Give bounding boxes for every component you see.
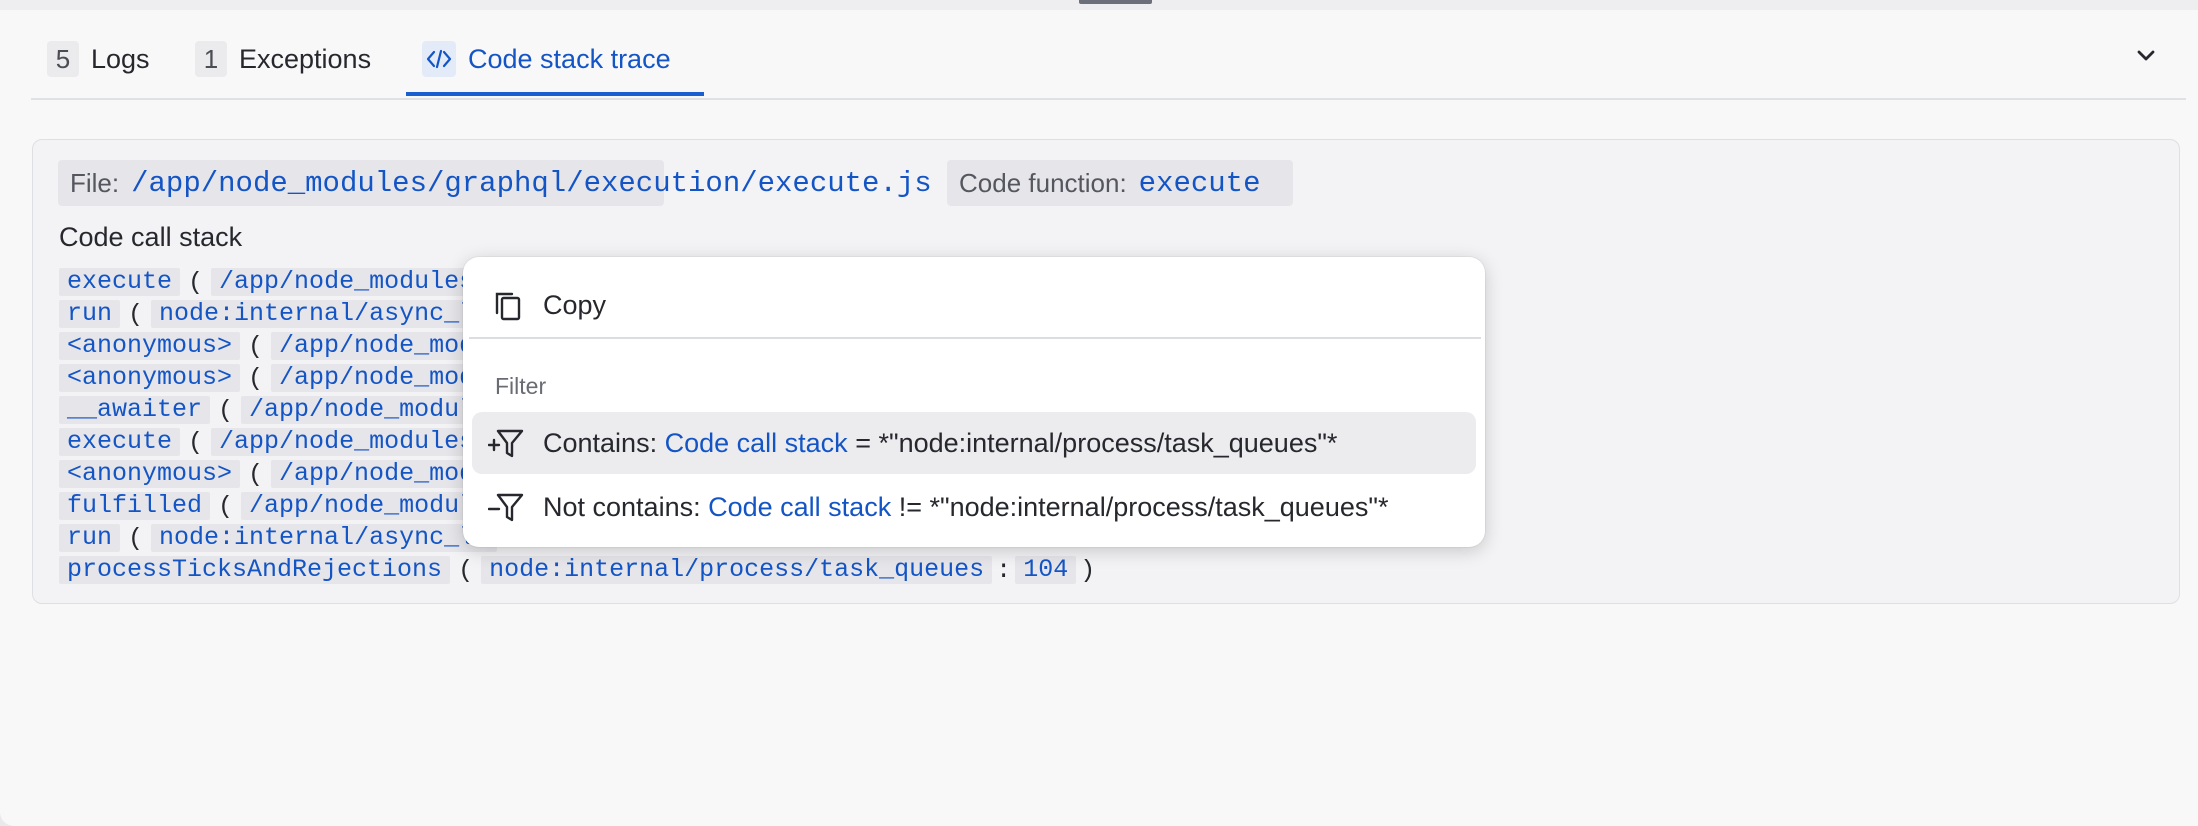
frame-function[interactable]: <anonymous> xyxy=(59,364,241,392)
tab-logs-label: Logs xyxy=(91,43,150,74)
filter-not-contains-expression: != *"node:internal/process/task_queues"* xyxy=(898,491,1389,522)
code-call-stack-title: Code call stack xyxy=(59,222,243,252)
menu-divider xyxy=(469,337,1481,339)
tab-bar: 5 Logs 1 Exceptions Code stack trace xyxy=(31,30,2186,100)
frame-function[interactable]: run xyxy=(59,300,121,328)
tab-exceptions-label: Exceptions xyxy=(239,43,372,74)
copy-menu-item[interactable]: Copy xyxy=(463,275,1485,335)
frame-path[interactable]: /app/node_module xyxy=(241,492,498,520)
filter-contains-item[interactable]: Contains: Code call stack = *"node:inter… xyxy=(472,412,1476,474)
frame-path[interactable]: node:internal/async_lo xyxy=(151,300,498,328)
copy-icon xyxy=(491,289,525,328)
frame-function[interactable]: <anonymous> xyxy=(59,460,241,488)
filter-add-icon xyxy=(487,428,524,467)
collapse-button[interactable] xyxy=(2130,40,2162,72)
filter-not-contains-text: Not contains: Code call stack != *"node:… xyxy=(543,492,1388,523)
filter-contains-text: Contains: Code call stack = *"node:inter… xyxy=(543,428,1337,459)
tab-code-stack-trace-label: Code stack trace xyxy=(468,43,671,74)
tab-logs-count: 5 xyxy=(47,41,79,77)
frame-path[interactable]: /app/node_modules, xyxy=(211,268,498,296)
filter-remove-icon xyxy=(487,492,524,531)
frame-function[interactable]: execute xyxy=(59,428,181,456)
file-attribute[interactable]: File: /app/node_modules/graphql/executio… xyxy=(58,160,932,206)
code-function-attribute[interactable]: Code function: execute xyxy=(947,160,1293,206)
filter-not-contains-field: Code call stack xyxy=(708,491,892,522)
frame-function[interactable]: execute xyxy=(59,268,181,296)
frame-path[interactable]: node:internal/async_lo xyxy=(151,524,498,552)
filter-not-contains-prefix: Not contains: xyxy=(543,491,701,522)
filter-contains-prefix: Contains: xyxy=(543,427,658,458)
tab-exceptions-count: 1 xyxy=(195,41,227,77)
chevron-down-icon xyxy=(2137,50,2155,61)
filter-contains-expression: = *"node:internal/process/task_queues"* xyxy=(855,427,1338,458)
code-icon xyxy=(422,41,456,77)
frame-function[interactable]: processTicksAndRejections xyxy=(59,556,451,584)
active-tab-indicator xyxy=(406,92,704,96)
frame-function[interactable]: <anonymous> xyxy=(59,332,241,360)
context-menu: Copy Filter Contains: Code call stack = … xyxy=(463,257,1485,547)
filter-section-label: Filter xyxy=(495,373,547,399)
frame-path[interactable]: /app/node_module xyxy=(241,396,498,424)
frame-path[interactable]: /app/node_modules, xyxy=(211,428,498,456)
frame-path[interactable]: node:internal/process/task_queues xyxy=(481,556,993,584)
file-key: File: xyxy=(70,167,120,198)
frame-function[interactable]: fulfilled xyxy=(59,492,211,520)
code-function-key: Code function: xyxy=(959,167,1127,198)
frame-function[interactable]: __awaiter xyxy=(59,396,211,424)
tab-code-stack-trace[interactable]: Code stack trace xyxy=(422,37,671,81)
copy-label: Copy xyxy=(543,289,607,320)
trace-details-panel: 5 Logs 1 Exceptions Code stack trace Fil… xyxy=(0,0,2198,826)
frame-function[interactable]: run xyxy=(59,524,121,552)
file-value[interactable]: /app/node_modules/graphql/execution/exec… xyxy=(131,167,932,200)
frame-line[interactable]: 104 xyxy=(1015,556,1077,584)
code-function-value[interactable]: execute xyxy=(1139,167,1261,200)
tab-logs[interactable]: 5 Logs xyxy=(47,37,150,81)
tab-exceptions[interactable]: 1 Exceptions xyxy=(195,37,371,81)
stack-frame: processTicksAndRejections(node:internal/… xyxy=(59,554,1099,586)
filter-contains-field: Code call stack xyxy=(664,427,848,458)
resize-handle[interactable] xyxy=(1079,0,1152,4)
filter-not-contains-item[interactable]: Not contains: Code call stack != *"node:… xyxy=(472,476,1476,538)
